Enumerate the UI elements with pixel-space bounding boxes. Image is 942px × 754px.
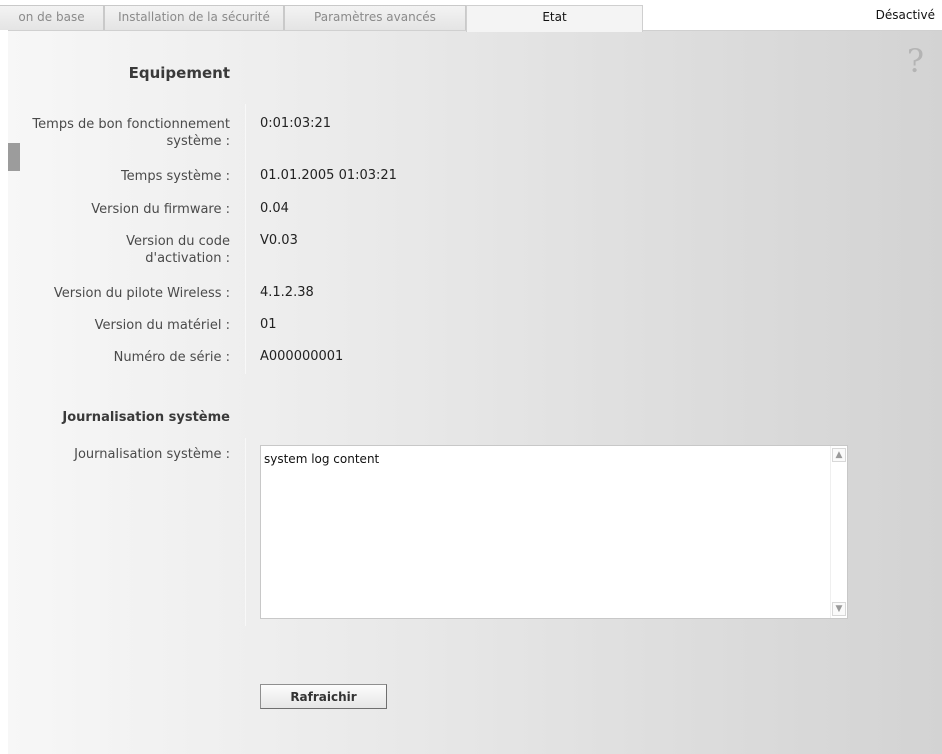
help-icon[interactable]: ? — [907, 42, 924, 80]
syslog-textarea[interactable]: system log content ▲ ▼ — [260, 445, 848, 619]
hardware-version-label: Version du matériel : — [94, 318, 230, 333]
equipment-divider — [245, 104, 246, 374]
activation-code-version-label: Version du code d'activation : — [126, 234, 230, 266]
serial-number-value: A000000001 — [260, 349, 344, 364]
scroll-down-icon[interactable]: ▼ — [832, 602, 846, 616]
syslog-label: Journalisation système : — [74, 447, 230, 462]
refresh-button[interactable]: Rafraichir — [260, 684, 387, 709]
system-time-label: Temps système : — [120, 169, 230, 184]
system-time-value: 01.01.2005 01:03:21 — [260, 168, 397, 183]
uptime-value: 0:01:03:21 — [260, 116, 332, 131]
hardware-version-value: 01 — [260, 317, 277, 332]
uptime-label: Temps de bon fonctionnement système : — [32, 117, 230, 149]
syslog-scrollbar[interactable]: ▲ ▼ — [830, 446, 847, 618]
firmware-version-label: Version du firmware : — [91, 202, 230, 217]
tab-basic-setup[interactable]: on de base — [0, 5, 104, 30]
tab-advanced-settings[interactable]: Paramètres avancés — [284, 5, 466, 30]
wireless-driver-version-value: 4.1.2.38 — [260, 285, 314, 300]
syslog-title: Journalisation système — [62, 410, 230, 425]
tab-security-setup[interactable]: Installation de la sécurité — [104, 5, 284, 30]
syslog-content: system log content — [264, 452, 380, 466]
firmware-version-value: 0.04 — [260, 201, 289, 216]
tab-bar: on de base Installation de la sécurité P… — [0, 0, 942, 32]
activation-code-version-value: V0.03 — [260, 233, 298, 248]
serial-number-label: Numéro de série : — [113, 350, 230, 365]
status-text: Désactivé — [875, 8, 935, 22]
tab-status[interactable]: Etat — [466, 5, 643, 32]
scroll-up-icon[interactable]: ▲ — [832, 448, 846, 462]
syslog-divider — [245, 438, 246, 626]
wireless-driver-version-label: Version du pilote Wireless : — [53, 286, 230, 301]
equipment-title: Equipement — [128, 64, 230, 82]
